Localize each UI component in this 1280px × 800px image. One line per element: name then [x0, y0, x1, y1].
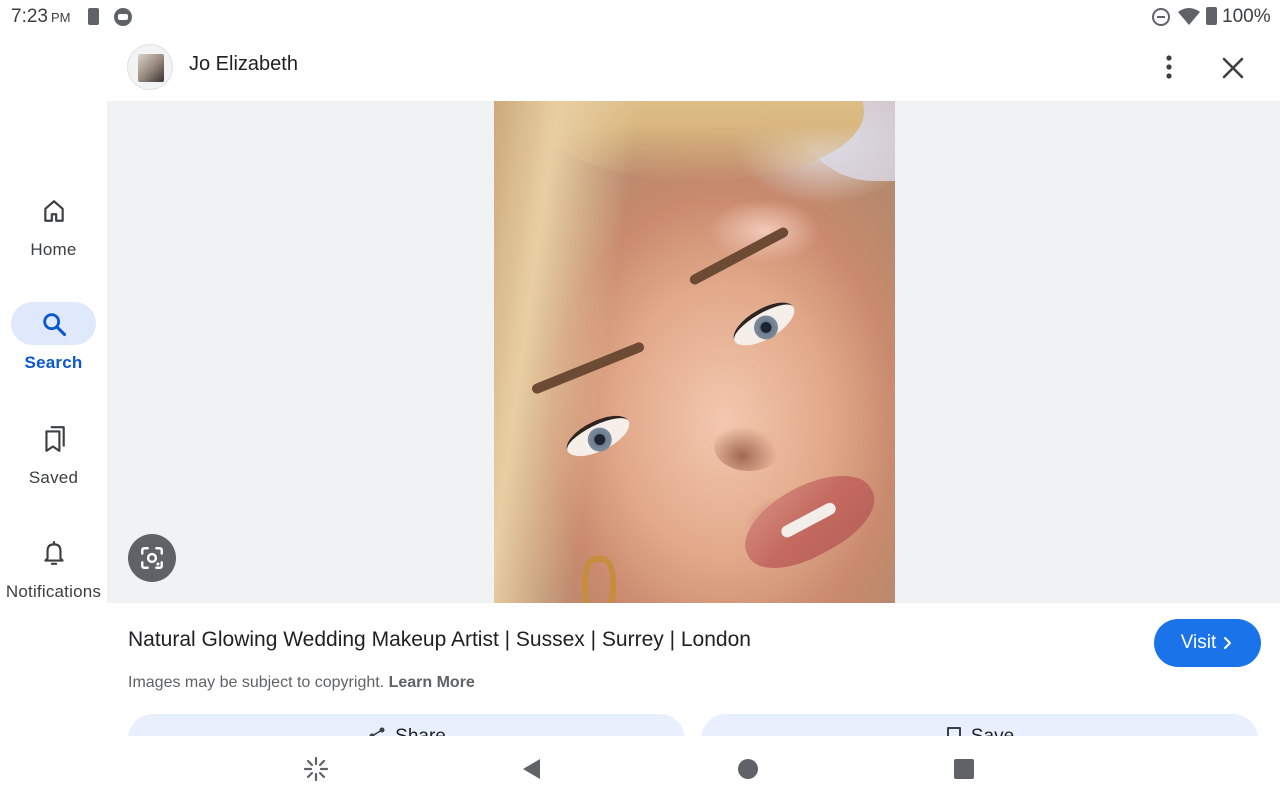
nav-rail: Home Search Saved Notifications	[0, 34, 107, 736]
bookmark-icon	[946, 727, 961, 736]
avatar-image	[138, 54, 164, 82]
battery-percent: 100%	[1222, 6, 1271, 27]
system-navigation-bar	[0, 736, 1280, 800]
bell-icon	[43, 540, 64, 565]
nav-item-search[interactable]: Search	[0, 302, 107, 373]
home-system-button[interactable]	[735, 756, 761, 782]
share-label: Share	[395, 726, 446, 736]
battery-saver-icon	[88, 8, 99, 25]
copyright-notice: Images may be subject to copyright. Lear…	[128, 674, 475, 692]
assistant-sparkle-icon	[303, 756, 329, 782]
photo-eye-right	[727, 294, 801, 354]
back-triangle-icon	[523, 759, 540, 779]
share-button[interactable]: Share	[128, 714, 685, 736]
pin-header: Jo Elizabeth	[107, 34, 1280, 101]
author-avatar[interactable]	[127, 44, 173, 90]
status-ampm: PM	[50, 10, 71, 25]
image-viewer	[107, 101, 1280, 603]
nav-label-search: Search	[24, 353, 83, 372]
search-icon	[42, 312, 66, 336]
result-title: Natural Glowing Wedding Makeup Artist | …	[128, 628, 751, 651]
nav-label-notifications: Notifications	[5, 582, 102, 601]
status-time: 7:23 PM	[11, 6, 70, 28]
learn-more-link[interactable]: Learn More	[389, 674, 475, 691]
copyright-text: Images may be subject to copyright.	[128, 674, 385, 691]
app-notification-icon	[114, 8, 132, 26]
author-name[interactable]: Jo Elizabeth	[189, 53, 298, 76]
photo-brow-right	[688, 225, 790, 287]
status-bar: 7:23 PM 100%	[0, 0, 1280, 34]
nav-label-home: Home	[30, 240, 77, 259]
photo-earring	[582, 556, 616, 603]
share-icon	[369, 727, 385, 736]
save-label: Save	[971, 726, 1014, 736]
nav-item-home[interactable]: Home	[0, 189, 107, 260]
save-button[interactable]: Save	[701, 714, 1258, 736]
photo-lips	[730, 457, 888, 585]
close-icon[interactable]	[1217, 52, 1249, 84]
lens-icon	[141, 547, 163, 569]
nav-label-saved: Saved	[28, 468, 79, 487]
bookmarks-icon	[44, 425, 65, 452]
home-circle-icon	[738, 759, 758, 779]
recents-square-icon	[954, 759, 974, 779]
assistant-button[interactable]	[303, 756, 329, 782]
do-not-disturb-icon	[1152, 8, 1170, 26]
visit-label: Visit	[1180, 632, 1217, 653]
recents-button[interactable]	[951, 756, 977, 782]
chevron-right-icon	[1224, 637, 1232, 649]
nav-item-notifications[interactable]: Notifications	[0, 531, 107, 602]
visit-button[interactable]: Visit	[1154, 619, 1261, 667]
wifi-icon	[1178, 8, 1200, 25]
back-button[interactable]	[518, 756, 544, 782]
main-photo[interactable]	[494, 101, 895, 603]
home-icon	[43, 199, 64, 222]
more-options-icon[interactable]	[1155, 52, 1183, 82]
photo-nose	[714, 421, 784, 471]
nav-item-saved[interactable]: Saved	[0, 417, 107, 488]
status-time-value: 7:23	[11, 6, 48, 27]
nav-active-indicator	[11, 302, 96, 345]
battery-icon	[1206, 7, 1217, 25]
lens-button[interactable]	[128, 534, 176, 582]
action-buttons: Share Save	[128, 714, 1258, 736]
